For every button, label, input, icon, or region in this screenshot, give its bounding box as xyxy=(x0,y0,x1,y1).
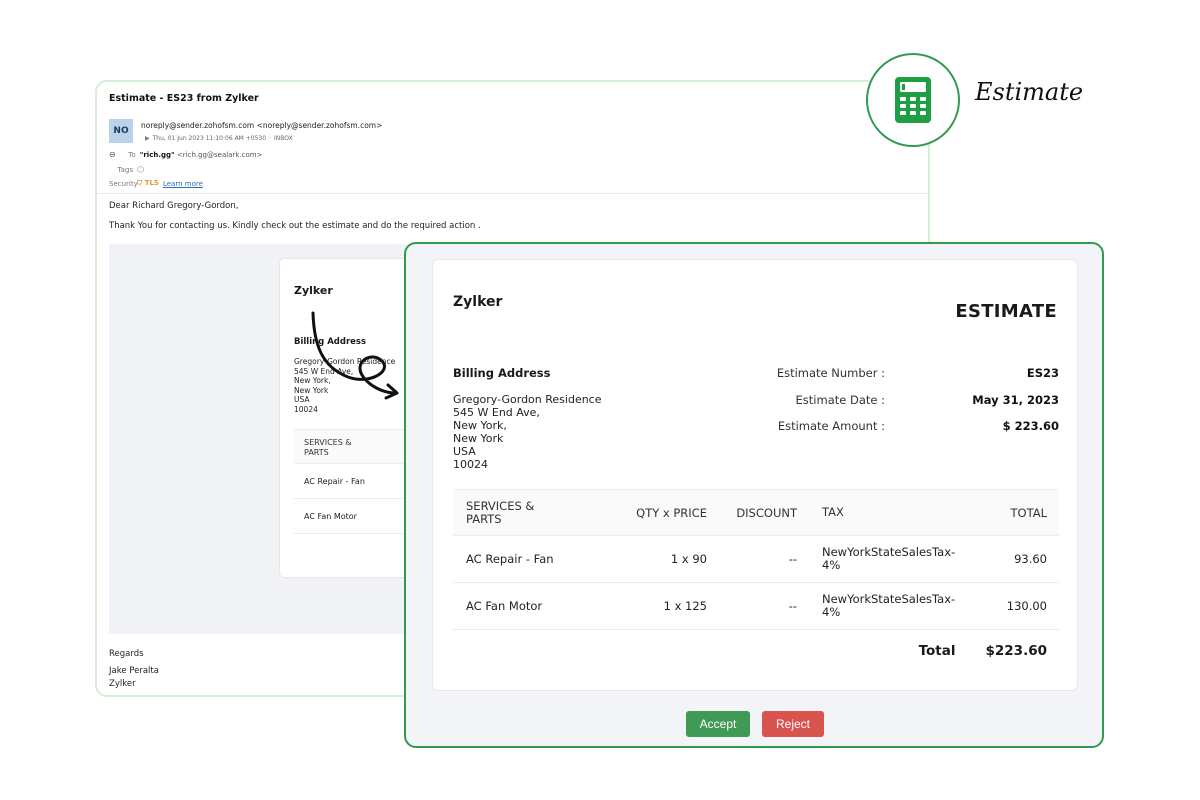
estimate-card: Zylker ESTIMATE Billing Address Gregory-… xyxy=(432,259,1078,691)
col-total: TOTAL xyxy=(1010,505,1047,520)
security-label: Security xyxy=(109,179,138,188)
mini-company-name: Zylker xyxy=(294,284,333,297)
address-line: 545 W End Ave, xyxy=(453,406,540,419)
to-row: ⊖ To "rich.gg" <rich.gg@sealark.com> xyxy=(109,150,262,159)
email-body: Thank You for contacting us. Kindly chec… xyxy=(109,221,481,231)
total-value: $223.60 xyxy=(985,643,1048,659)
table-row: AC Repair - Fan 1 x 90 -- NewYorkStateSa… xyxy=(453,536,1059,583)
email-date: Thu, 01 Jun 2023 11:10:06 AM +0530 xyxy=(152,135,267,142)
cell-discount: -- xyxy=(788,599,797,613)
tags-row: Tags ⬡ xyxy=(109,165,144,174)
tags-label: Tags xyxy=(117,165,134,174)
estimate-date-row: Estimate Date : May 31, 2023 xyxy=(753,393,1059,420)
meta-label: Estimate Amount : xyxy=(777,419,885,433)
col-qty-price: QTY x PRICE xyxy=(636,505,707,520)
estimate-panel: Zylker ESTIMATE Billing Address Gregory-… xyxy=(404,242,1104,748)
learn-more-link[interactable]: Learn more xyxy=(163,180,203,188)
address-line: 10024 xyxy=(453,458,488,471)
total-label: Total xyxy=(918,643,956,659)
calculator-icon xyxy=(895,77,931,123)
table-header: SERVICES & PARTS QTY x PRICE DISCOUNT TA… xyxy=(453,489,1059,536)
estimate-number: ES23 xyxy=(1026,366,1059,380)
email-greeting: Dear Richard Gregory-Gordon, xyxy=(109,201,239,211)
tls-badge: ⛉ TLS xyxy=(137,179,159,187)
separator: · xyxy=(269,135,271,142)
reject-button[interactable]: Reject xyxy=(762,711,824,737)
estimate-badge xyxy=(866,53,960,147)
email-folder: INBOX xyxy=(273,135,293,142)
cell-tax: NewYorkStateSalesTax-4% xyxy=(822,592,956,619)
billing-address-title: Billing Address xyxy=(453,366,551,380)
cell-item: AC Repair - Fan xyxy=(466,551,554,566)
estimate-number-row: Estimate Number : ES23 xyxy=(753,366,1059,393)
cell-discount: -- xyxy=(788,552,797,566)
address-line: Gregory-Gordon Residence xyxy=(453,393,602,406)
flag-arrow-icon: ▶ xyxy=(145,135,150,142)
col-services: SERVICES & PARTS xyxy=(466,498,535,526)
estimate-date: May 31, 2023 xyxy=(972,392,1059,407)
regards-text: Regards xyxy=(109,649,144,659)
signer-company: Zylker xyxy=(109,679,136,689)
address-line: USA xyxy=(453,445,476,458)
cell-total: 93.60 xyxy=(1014,552,1047,566)
security-row: Security ⛉ TLS Learn more xyxy=(109,179,203,188)
to-name: "rich.gg" xyxy=(139,150,175,159)
sender-address[interactable]: noreply@sender.zohofsm.com <noreply@send… xyxy=(141,121,382,130)
to-value[interactable]: "rich.gg" <rich.gg@sealark.com> xyxy=(140,151,263,159)
estimate-title: ESTIMATE xyxy=(955,301,1057,322)
to-email: <rich.gg@sealark.com> xyxy=(176,150,263,159)
estimate-amount-row: Estimate Amount : $ 223.60 xyxy=(753,419,1059,446)
collapse-icon[interactable]: ⊖ xyxy=(109,150,116,159)
sender-avatar[interactable]: NO xyxy=(109,119,133,143)
signer-name: Jake Peralta xyxy=(109,666,159,676)
email-subject: Estimate - ES23 from Zylker xyxy=(109,93,259,104)
address-line: New York xyxy=(453,432,504,445)
cell-qty: 1 x 125 xyxy=(663,599,707,613)
total-row: Total $223.60 xyxy=(453,630,1059,672)
cell-tax: NewYorkStateSalesTax-4% xyxy=(822,545,956,572)
estimate-amount: $ 223.60 xyxy=(1002,419,1059,433)
divider xyxy=(97,193,928,194)
billing-address: Gregory-Gordon Residence 545 W End Ave, … xyxy=(453,393,602,471)
company-name: Zylker xyxy=(453,294,503,310)
accept-button[interactable]: Accept xyxy=(686,711,750,737)
estimate-badge-label: Estimate xyxy=(975,78,1084,106)
meta-label: Estimate Number : xyxy=(776,366,885,380)
tag-icon[interactable]: ⬡ xyxy=(137,165,144,174)
estimate-meta: Estimate Number : ES23 Estimate Date : M… xyxy=(753,366,1059,446)
address-line: New York, xyxy=(453,419,507,432)
cell-total: 130.00 xyxy=(1006,599,1047,613)
items-table: SERVICES & PARTS QTY x PRICE DISCOUNT TA… xyxy=(453,489,1059,672)
cell-item: AC Fan Motor xyxy=(466,598,543,613)
curly-arrow-icon xyxy=(311,311,399,400)
cell-qty: 1 x 90 xyxy=(670,552,707,566)
col-discount: DISCOUNT xyxy=(736,505,797,520)
to-label: To xyxy=(128,150,136,159)
table-row: AC Fan Motor 1 x 125 -- NewYorkStateSale… xyxy=(453,583,1059,630)
meta-label: Estimate Date : xyxy=(795,392,885,407)
shield-icon: ⛉ xyxy=(137,179,143,187)
email-date-row: ▶ Thu, 01 Jun 2023 11:10:06 AM +0530 · I… xyxy=(145,135,293,142)
col-tax: TAX xyxy=(822,505,844,519)
